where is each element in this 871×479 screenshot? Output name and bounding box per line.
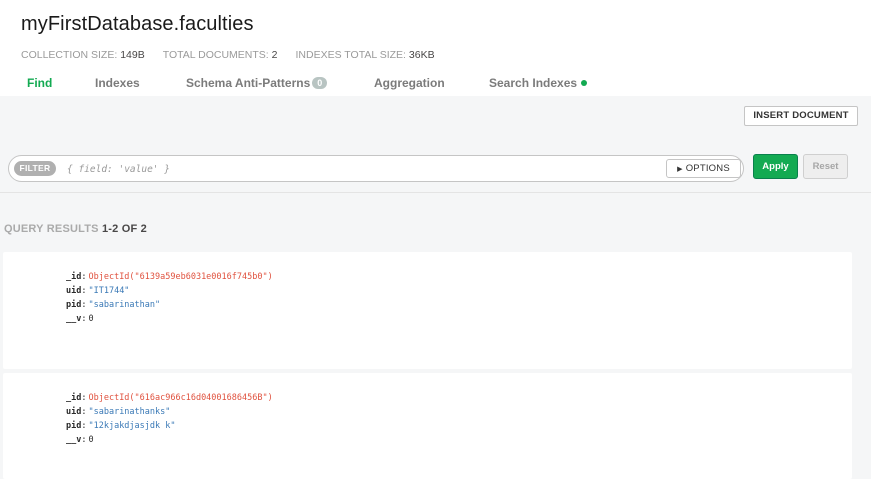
tab-label: Search Indexes bbox=[489, 76, 578, 90]
field-row: _id: ObjectId("616ac966c16d04001686456B") bbox=[66, 393, 273, 403]
results-prefix: QUERY RESULTS bbox=[4, 223, 99, 235]
field-value: "sabarinathanks" bbox=[88, 407, 171, 417]
filter-label: FILTER bbox=[14, 161, 56, 176]
stat-value: 149B bbox=[120, 49, 145, 61]
field-value: ObjectId("6139a59eb6031e0016f745b0") bbox=[88, 272, 273, 282]
filter-input[interactable] bbox=[67, 161, 607, 177]
query-toolbar: INSERT DOCUMENT FILTER ▶OPTIONS Apply Re… bbox=[0, 96, 871, 193]
field-key: __v bbox=[66, 314, 82, 324]
stat-label: TOTAL DOCUMENTS: bbox=[162, 49, 269, 61]
collection-stats: COLLECTION SIZE: 149B TOTAL DOCUMENTS: 2… bbox=[21, 49, 453, 61]
field-key: uid bbox=[66, 286, 82, 296]
document-fields: _id: ObjectId("6139a59eb6031e0016f745b0")… bbox=[66, 270, 273, 326]
results-range: 1-2 OF 2 bbox=[101, 223, 147, 235]
tab-indexes[interactable]: Indexes bbox=[95, 76, 140, 90]
field-row: pid: "12kjakdjasjdk k" bbox=[66, 421, 176, 431]
field-row: pid: "sabarinathan" bbox=[66, 300, 161, 310]
document-card[interactable]: _id: ObjectId("616ac966c16d04001686456B")… bbox=[3, 373, 852, 479]
collection-tabs: Find Indexes Schema Anti-Patterns 0 Aggre… bbox=[0, 76, 871, 96]
stat-indexes-size: INDEXES TOTAL SIZE: 36KB bbox=[295, 49, 434, 61]
reset-button[interactable]: Reset bbox=[803, 154, 848, 179]
field-value: "IT1744" bbox=[88, 286, 130, 296]
caret-right-icon: ▶ bbox=[677, 166, 683, 173]
document-card[interactable]: _id: ObjectId("6139a59eb6031e0016f745b0")… bbox=[3, 252, 852, 369]
tab-find[interactable]: Find bbox=[27, 76, 52, 90]
field-value: 0 bbox=[88, 314, 94, 324]
stat-collection-size: COLLECTION SIZE: 149B bbox=[21, 49, 145, 61]
count-badge: 0 bbox=[312, 77, 328, 89]
field-row: __v: 0 bbox=[66, 314, 94, 324]
document-fields: _id: ObjectId("616ac966c16d04001686456B")… bbox=[66, 391, 273, 447]
options-label: OPTIONS bbox=[685, 163, 730, 174]
insert-document-button[interactable]: INSERT DOCUMENT bbox=[744, 106, 858, 126]
field-value: ObjectId("616ac966c16d04001686456B") bbox=[88, 393, 273, 403]
stat-value: 36KB bbox=[408, 49, 435, 61]
query-results-label: QUERY RESULTS 1-2 OF 2 bbox=[4, 223, 147, 235]
field-key: _id bbox=[66, 393, 82, 403]
field-key: pid bbox=[66, 421, 82, 431]
field-value: 0 bbox=[88, 435, 94, 445]
options-button[interactable]: ▶ OPTIONS bbox=[666, 159, 741, 178]
field-row: uid: "IT1744" bbox=[66, 286, 130, 296]
page-title: myFirstDatabase.faculties bbox=[21, 13, 254, 35]
field-key: uid bbox=[66, 407, 82, 417]
tab-schema-anti-patterns[interactable]: Schema Anti-Patterns 0 bbox=[186, 76, 328, 90]
field-row: _id: ObjectId("6139a59eb6031e0016f745b0") bbox=[66, 272, 273, 282]
status-dot-icon bbox=[581, 80, 588, 86]
apply-button[interactable]: Apply bbox=[753, 154, 798, 179]
stat-total-documents: TOTAL DOCUMENTS: 2 bbox=[163, 49, 278, 61]
tab-search-indexes[interactable]: Search Indexes bbox=[489, 76, 588, 90]
field-value: "12kjakdjasjdk k" bbox=[88, 421, 176, 431]
filter-bar: FILTER ▶OPTIONS bbox=[8, 155, 744, 182]
field-row: __v: 0 bbox=[66, 435, 94, 445]
field-row: uid: "sabarinathanks" bbox=[66, 407, 171, 417]
field-value: "sabarinathan" bbox=[88, 300, 161, 310]
field-key: __v bbox=[66, 435, 82, 445]
stat-label: COLLECTION SIZE: bbox=[21, 49, 118, 61]
collection-header: myFirstDatabase.faculties COLLECTION SIZ… bbox=[0, 0, 871, 96]
tab-aggregation[interactable]: Aggregation bbox=[374, 76, 445, 90]
tab-label: Schema Anti-Patterns bbox=[186, 76, 311, 90]
field-key: pid bbox=[66, 300, 82, 310]
field-key: _id bbox=[66, 272, 82, 282]
stat-label: INDEXES TOTAL SIZE: bbox=[295, 49, 406, 61]
stat-value: 2 bbox=[271, 49, 278, 61]
